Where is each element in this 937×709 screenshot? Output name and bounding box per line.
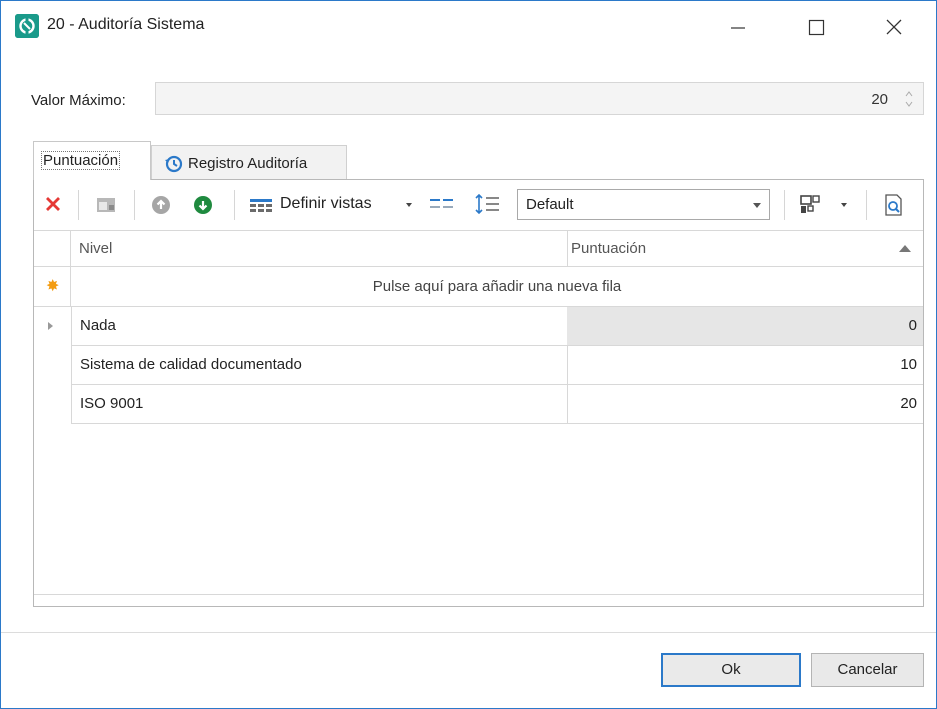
move-down-icon[interactable]	[193, 195, 213, 215]
tab-registro-label: Registro Auditoría	[188, 155, 308, 172]
toolbar-separator	[78, 190, 79, 220]
window-title: 20 - Auditoría Sistema	[47, 16, 205, 33]
valor-maximo-spinner[interactable]: 20	[155, 82, 924, 115]
new-row-prompt: Pulse aquí para añadir una nueva fila	[372, 278, 622, 295]
cell-puntuacion[interactable]: 20	[567, 385, 923, 424]
column-header-puntuacion[interactable]: Puntuación	[571, 240, 646, 257]
delete-x-icon[interactable]	[44, 195, 62, 213]
cell-puntuacion-text: 20	[900, 395, 917, 412]
toolbar-separator	[784, 190, 785, 220]
row-indicator	[34, 307, 71, 346]
view-select-value: Default	[526, 196, 574, 213]
app-logo-icon	[15, 14, 39, 38]
cell-nivel-text: ISO 9001	[80, 395, 144, 412]
table-row[interactable]: Nada 0	[34, 307, 923, 346]
collapse-rows-icon[interactable]	[430, 197, 454, 211]
table-row[interactable]: ISO 9001 20	[34, 385, 923, 424]
new-row-star-icon: ✸	[46, 278, 60, 295]
history-icon	[165, 155, 183, 173]
toolbar-separator	[134, 190, 135, 220]
table-view-icon	[250, 199, 272, 212]
row-indicator	[34, 385, 71, 424]
grid-header: Nivel Puntuación	[34, 230, 923, 267]
spinner-arrows-icon[interactable]	[903, 87, 915, 111]
close-icon	[886, 19, 902, 35]
layout-menu-button[interactable]	[796, 190, 856, 220]
cancel-button[interactable]: Cancelar	[811, 653, 924, 687]
new-row-indicator: ✸	[34, 267, 71, 306]
chevron-down-icon	[406, 203, 412, 207]
grid-footer-divider	[34, 594, 923, 595]
define-views-button[interactable]: Definir vistas	[248, 190, 418, 220]
cell-puntuacion-text: 10	[900, 356, 917, 373]
chevron-down-icon	[753, 203, 761, 208]
toolbar-separator	[866, 190, 867, 220]
layout-icon	[800, 195, 820, 213]
title-bar: 20 - Auditoría Sistema	[1, 1, 936, 53]
valor-maximo-value: 20	[871, 91, 888, 108]
cell-nivel[interactable]: ISO 9001	[71, 385, 568, 424]
row-indicator-header	[34, 231, 71, 267]
expand-rows-icon[interactable]	[475, 194, 501, 214]
footer-separator	[1, 632, 936, 633]
column-header-nivel[interactable]: Nivel	[79, 240, 112, 257]
cell-nivel[interactable]: Nada	[71, 307, 568, 346]
ok-button[interactable]: Ok	[661, 653, 801, 687]
cell-nivel-text: Nada	[80, 317, 116, 334]
row-indicator	[34, 346, 71, 385]
dialog-window: 20 - Auditoría Sistema Valor Máximo: 20 …	[0, 0, 937, 709]
cell-puntuacion-text: 0	[908, 317, 917, 334]
valor-maximo-label: Valor Máximo:	[31, 92, 126, 109]
chevron-down-icon	[841, 203, 847, 207]
move-up-icon[interactable]	[151, 195, 171, 215]
view-select[interactable]: Default	[517, 189, 770, 220]
table-row[interactable]: Sistema de calidad documentado 10	[34, 346, 923, 385]
tab-registro-auditoria[interactable]: Registro Auditoría	[151, 145, 347, 180]
column-divider[interactable]	[567, 231, 568, 267]
tab-puntuacion[interactable]: Puntuación	[33, 141, 151, 180]
sort-ascending-icon	[899, 245, 911, 252]
maximize-icon	[808, 19, 825, 36]
print-preview-icon[interactable]	[884, 194, 904, 216]
minimize-icon	[731, 27, 745, 29]
maximize-button[interactable]	[793, 13, 839, 41]
focused-row-arrow-icon	[48, 322, 53, 330]
cell-puntuacion[interactable]: 10	[567, 346, 923, 385]
close-button[interactable]	[871, 13, 917, 41]
new-row[interactable]: ✸ Pulse aquí para añadir una nueva fila	[34, 267, 923, 307]
puntuacion-panel: Definir vistas Default Nivel Puntuación …	[33, 179, 924, 607]
tab-puntuacion-label: Puntuación	[41, 151, 121, 170]
cell-nivel-text: Sistema de calidad documentado	[80, 356, 302, 373]
window-layout-icon[interactable]	[96, 196, 116, 214]
minimize-button[interactable]	[715, 13, 761, 41]
toolbar-separator	[234, 190, 235, 220]
grid-toolbar: Definir vistas Default	[34, 180, 923, 230]
define-views-label: Definir vistas	[280, 195, 372, 212]
cell-puntuacion[interactable]: 0	[567, 307, 923, 346]
cell-nivel[interactable]: Sistema de calidad documentado	[71, 346, 568, 385]
